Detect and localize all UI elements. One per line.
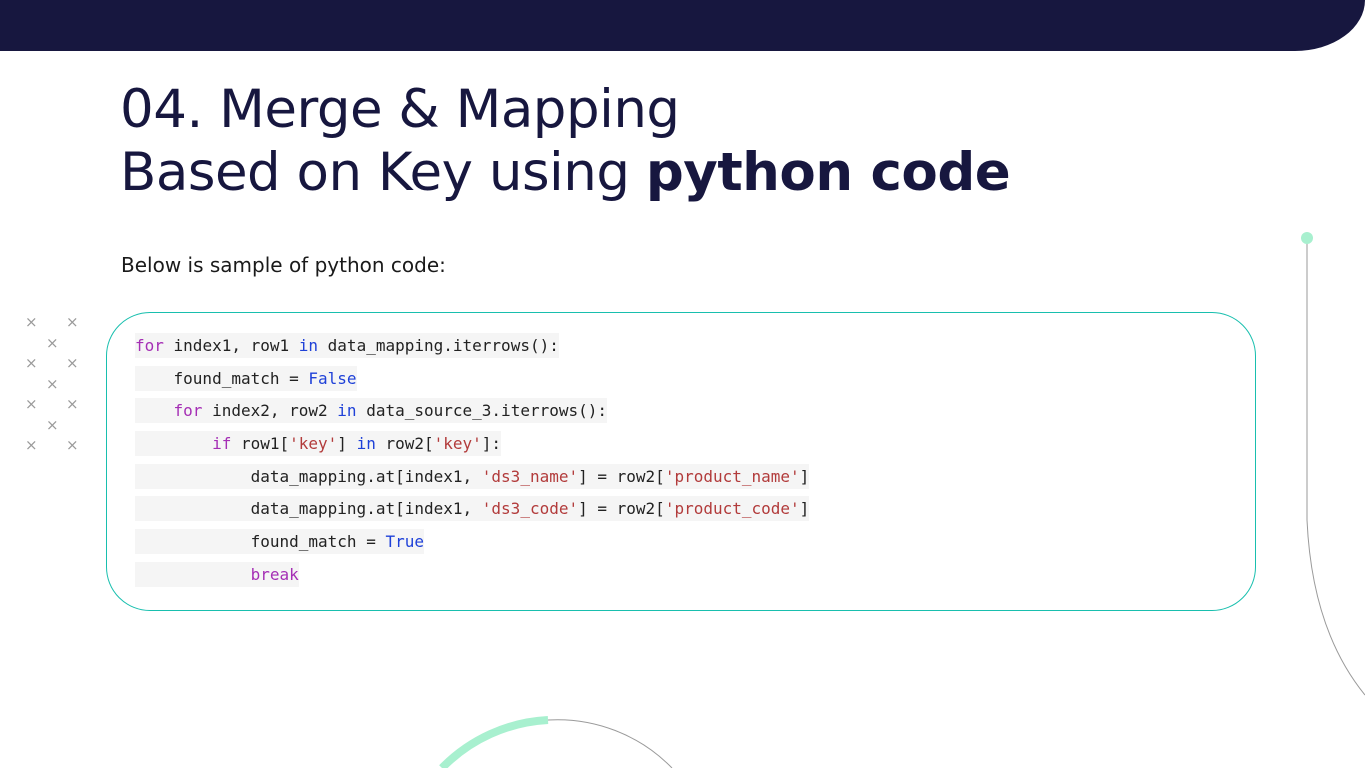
bottom-arc-gray-decoration bbox=[547, 719, 673, 768]
mint-dot-decoration bbox=[1301, 232, 1313, 244]
bottom-arc-mint-decoration bbox=[439, 716, 549, 768]
curve-line-decoration bbox=[1306, 519, 1365, 696]
decorative-lines bbox=[439, 232, 1365, 768]
